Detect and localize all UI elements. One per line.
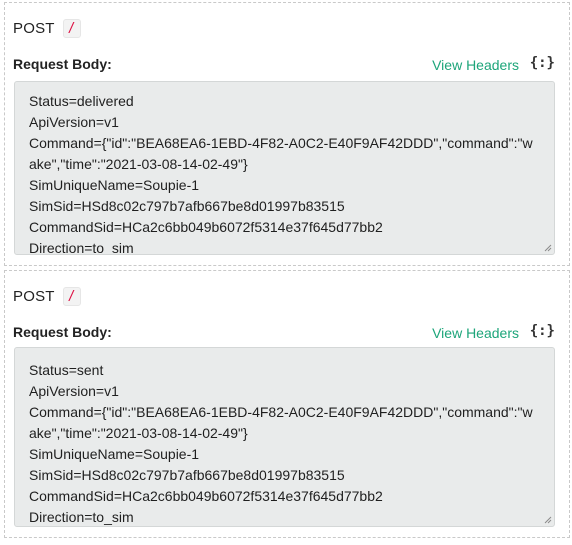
- body-line: SimSid=HSd8c02c797b7afb667be8d01997b8351…: [29, 198, 345, 214]
- body-line: CommandSid=HCa2c6bb049b6072f5314e37f645d…: [29, 488, 383, 504]
- json-format-icon[interactable]: {:}: [530, 55, 555, 71]
- body-line: SimSid=HSd8c02c797b7afb667be8d01997b8351…: [29, 467, 345, 483]
- body-line: CommandSid=HCa2c6bb049b6072f5314e37f645d…: [29, 219, 383, 235]
- body-line: ApiVersion=v1: [29, 114, 119, 130]
- http-method: POST: [13, 20, 55, 37]
- request-body-textarea[interactable]: Status=delivered ApiVersion=v1 Command={…: [14, 81, 555, 255]
- body-line: Status=sent: [29, 362, 104, 378]
- resize-handle-icon[interactable]: [544, 516, 552, 524]
- body-line: Command={"id":"BEA68EA6-1EBD-4F82-A0C2-E…: [29, 404, 533, 441]
- request-line: POST /: [13, 19, 81, 38]
- view-headers-link[interactable]: View Headers: [432, 57, 519, 73]
- body-line: Direction=to_sim: [29, 240, 134, 255]
- request-body-label: Request Body:: [13, 56, 112, 72]
- request-line: POST /: [13, 287, 81, 306]
- request-body-label: Request Body:: [13, 324, 112, 340]
- body-line: SimUniqueName=Soupie-1: [29, 177, 200, 193]
- request-panel: POST / Request Body: View Headers {:} St…: [4, 270, 570, 538]
- request-body-textarea[interactable]: Status=sent ApiVersion=v1 Command={"id":…: [14, 347, 555, 527]
- view-headers-link[interactable]: View Headers: [432, 325, 519, 341]
- request-path: /: [62, 287, 81, 306]
- json-format-icon[interactable]: {:}: [530, 323, 555, 339]
- body-line: Status=delivered: [29, 93, 134, 109]
- body-line: ApiVersion=v1: [29, 383, 119, 399]
- resize-handle-icon[interactable]: [544, 244, 552, 252]
- body-line: SimUniqueName=Soupie-1: [29, 446, 200, 462]
- request-panel: POST / Request Body: View Headers {:} St…: [4, 2, 570, 266]
- http-method: POST: [13, 288, 55, 305]
- body-line: Direction=to_sim: [29, 509, 134, 525]
- body-line: Command={"id":"BEA68EA6-1EBD-4F82-A0C2-E…: [29, 135, 533, 172]
- request-path: /: [62, 19, 81, 38]
